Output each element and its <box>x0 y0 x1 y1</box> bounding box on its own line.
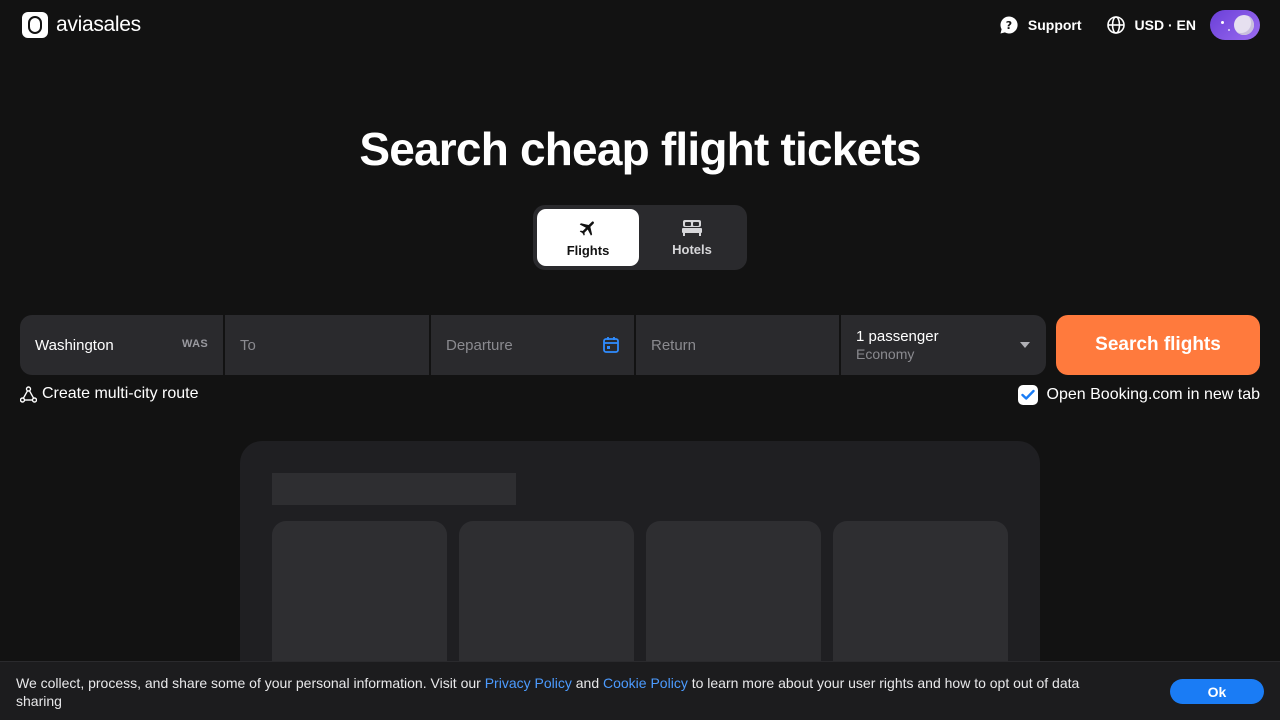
passengers-summary: 1 passenger Economy <box>856 328 939 362</box>
multi-city-label: Create multi-city route <box>42 385 199 402</box>
destination-placeholder: To <box>240 336 256 354</box>
support-label: Support <box>1027 17 1082 33</box>
cookie-ok-button[interactable]: Ok <box>1170 679 1264 704</box>
cabin-class: Economy <box>856 346 915 362</box>
header: aviasales ? Support USD · EN <box>0 0 1280 50</box>
search-type-tabs: Flights Hotels <box>533 205 747 270</box>
departure-date-field[interactable]: Departure <box>431 315 634 375</box>
origin-field[interactable]: Washington WAS <box>20 315 223 375</box>
return-placeholder: Return <box>651 336 697 354</box>
passengers-class-select[interactable]: 1 passenger Economy <box>841 315 1046 375</box>
bed-icon <box>682 219 702 236</box>
page: aviasales ? Support USD · EN Search chea… <box>0 0 1280 720</box>
header-actions: ? Support USD · EN <box>999 10 1260 40</box>
cookie-text: We collect, process, and share some of y… <box>16 674 1126 710</box>
page-title: Search cheap flight tickets <box>359 123 921 175</box>
currency-language-button[interactable]: USD · EN <box>1106 15 1196 35</box>
passengers-count: 1 passenger <box>856 328 939 345</box>
route-icon <box>20 385 37 403</box>
svg-text:?: ? <box>1006 19 1012 32</box>
currency-language-label: USD · EN <box>1134 17 1196 33</box>
booking-checkbox[interactable] <box>1017 385 1038 405</box>
cookie-banner: We collect, process, and share some of y… <box>0 661 1280 720</box>
return-date-field[interactable]: Return <box>636 315 839 375</box>
theme-toggle[interactable] <box>1210 10 1260 40</box>
origin-value: Washington <box>35 336 114 354</box>
logo-icon <box>22 12 48 38</box>
skeleton-title <box>272 473 516 505</box>
search-options: Create multi-city route Open Booking.com… <box>20 384 1260 406</box>
origin-code: WAS <box>182 338 208 350</box>
booking-label: Open Booking.com in new tab <box>1046 386 1260 403</box>
cookie-policy-link[interactable]: Cookie Policy <box>603 675 688 691</box>
globe-icon <box>1106 16 1125 34</box>
star-icon <box>1228 29 1230 31</box>
multi-city-link[interactable]: Create multi-city route <box>20 385 199 403</box>
tab-hotels[interactable]: Hotels <box>641 209 743 266</box>
tab-flights[interactable]: Flights <box>537 209 639 266</box>
plane-icon <box>579 220 594 236</box>
chevron-down-icon <box>1020 342 1030 348</box>
star-icon <box>1221 21 1224 24</box>
cookie-text-start: We collect, process, and share some of y… <box>16 675 485 691</box>
search-flights-button[interactable]: Search flights <box>1056 315 1260 375</box>
moon-icon <box>1234 15 1254 35</box>
logo-text: aviasales <box>56 13 141 36</box>
logo[interactable]: aviasales <box>22 12 141 38</box>
privacy-policy-link[interactable]: Privacy Policy <box>485 675 572 691</box>
flight-search-form: Washington WAS To Departure Return 1 pas… <box>20 315 1260 375</box>
support-button[interactable]: ? Support <box>999 15 1082 35</box>
support-icon: ? <box>1000 16 1018 34</box>
checkmark-icon <box>1020 389 1035 400</box>
open-booking-option[interactable]: Open Booking.com in new tab <box>1017 385 1260 405</box>
tab-flights-label: Flights <box>566 242 610 258</box>
calendar-icon[interactable] <box>602 336 620 354</box>
tab-hotels-label: Hotels <box>672 241 712 257</box>
cookie-text-middle: and <box>571 675 603 691</box>
destination-field[interactable]: To <box>225 315 429 375</box>
departure-placeholder: Departure <box>446 336 513 354</box>
